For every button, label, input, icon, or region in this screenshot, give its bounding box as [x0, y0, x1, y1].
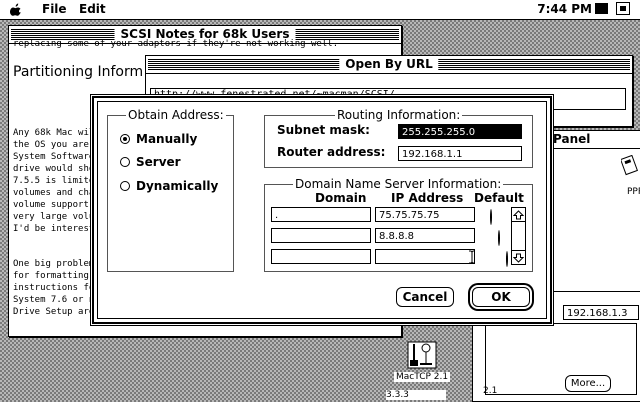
clock: 7:44 PM [537, 2, 592, 16]
scroll-down-arrow-icon[interactable] [512, 250, 525, 264]
router-address-input[interactable]: 192.168.1.1 [398, 146, 522, 161]
menu-file[interactable]: File [42, 2, 67, 16]
obtain-address-group: Obtain Address: Manually Server Dynamica… [107, 108, 234, 272]
cancel-button[interactable]: Cancel [396, 287, 454, 307]
dns-scrollbar[interactable] [511, 207, 526, 265]
dns-default-radio-2[interactable] [498, 230, 500, 246]
application-menu-icon[interactable] [616, 2, 630, 15]
subnet-mask-input[interactable]: 255.255.255.0 [398, 124, 522, 139]
url-window-title: Open By URL [339, 57, 439, 71]
menu-edit[interactable]: Edit [79, 2, 106, 16]
url-titlebar[interactable]: Open By URL [146, 56, 632, 74]
panel-ip-field[interactable]: 192.168.1.3 [563, 305, 639, 320]
scroll-up-arrow-icon[interactable] [512, 208, 525, 222]
dns-default-radio-3[interactable] [506, 251, 508, 267]
radio-manually[interactable]: Manually [120, 131, 197, 147]
dns-default-radio-1[interactable] [490, 209, 492, 225]
radio-server[interactable]: Server [120, 154, 181, 170]
obtain-address-title: Obtain Address: [126, 108, 226, 122]
routing-info-group: Routing Information: Subnet mask: 255.25… [264, 108, 533, 168]
dns-info-title: Domain Name Server Information: [293, 177, 504, 191]
radio-dynamically-label: Dynamically [136, 179, 219, 193]
radio-manually-label: Manually [136, 132, 198, 146]
apple-menu-icon[interactable] [10, 3, 22, 16]
panel-inner-box [485, 323, 637, 395]
ok-button[interactable]: OK [472, 287, 530, 307]
dns-col-domain: Domain [315, 191, 367, 205]
panel-bottom-text: 2.1 [483, 386, 498, 396]
mactcp-icon[interactable] [406, 338, 438, 370]
dns-domain-input-3[interactable] [271, 249, 371, 264]
folder-icon[interactable] [595, 3, 608, 14]
dns-domain-input-2[interactable] [271, 228, 371, 243]
notes-top-line: replacing some of your adaptors if they'… [13, 39, 339, 49]
subnet-mask-label: Subnet mask: [277, 123, 370, 137]
dns-ip-input-3[interactable] [375, 249, 475, 264]
dns-col-ip: IP Address [391, 191, 464, 205]
menu-bar: File Edit 7:44 PM [0, 0, 640, 20]
radio-dynamically[interactable]: Dynamically [120, 178, 218, 194]
phone-icon[interactable] [621, 155, 639, 177]
mactcp-below-text: 3.3.3 [386, 390, 446, 400]
panel-title: Panel [553, 132, 591, 146]
i-beam-cursor-icon [469, 250, 475, 264]
radio-server-label: Server [136, 155, 181, 169]
dns-info-group: Domain Name Server Information: Domain I… [264, 177, 533, 272]
radio-manually-button[interactable] [120, 134, 130, 144]
mactcp-config-dialog: Obtain Address: Manually Server Dynamica… [92, 96, 552, 324]
radio-server-button[interactable] [120, 157, 130, 167]
more-button[interactable]: More... [565, 375, 611, 392]
dns-ip-input-2[interactable]: 8.8.8.8 [375, 228, 475, 243]
routing-info-title: Routing Information: [335, 108, 463, 122]
ppp-icon-label: PPP [627, 187, 640, 197]
dns-domain-input-1[interactable]: . [271, 207, 371, 222]
router-address-label: Router address: [277, 145, 386, 159]
dns-ip-input-1[interactable]: 75.75.75.75 [375, 207, 475, 222]
mactcp-label: MacTCP 2.1 [394, 372, 451, 382]
dns-col-default: Default [474, 191, 524, 205]
notes-heading: Partitioning Inform [13, 64, 144, 80]
radio-dynamically-button[interactable] [120, 181, 130, 191]
